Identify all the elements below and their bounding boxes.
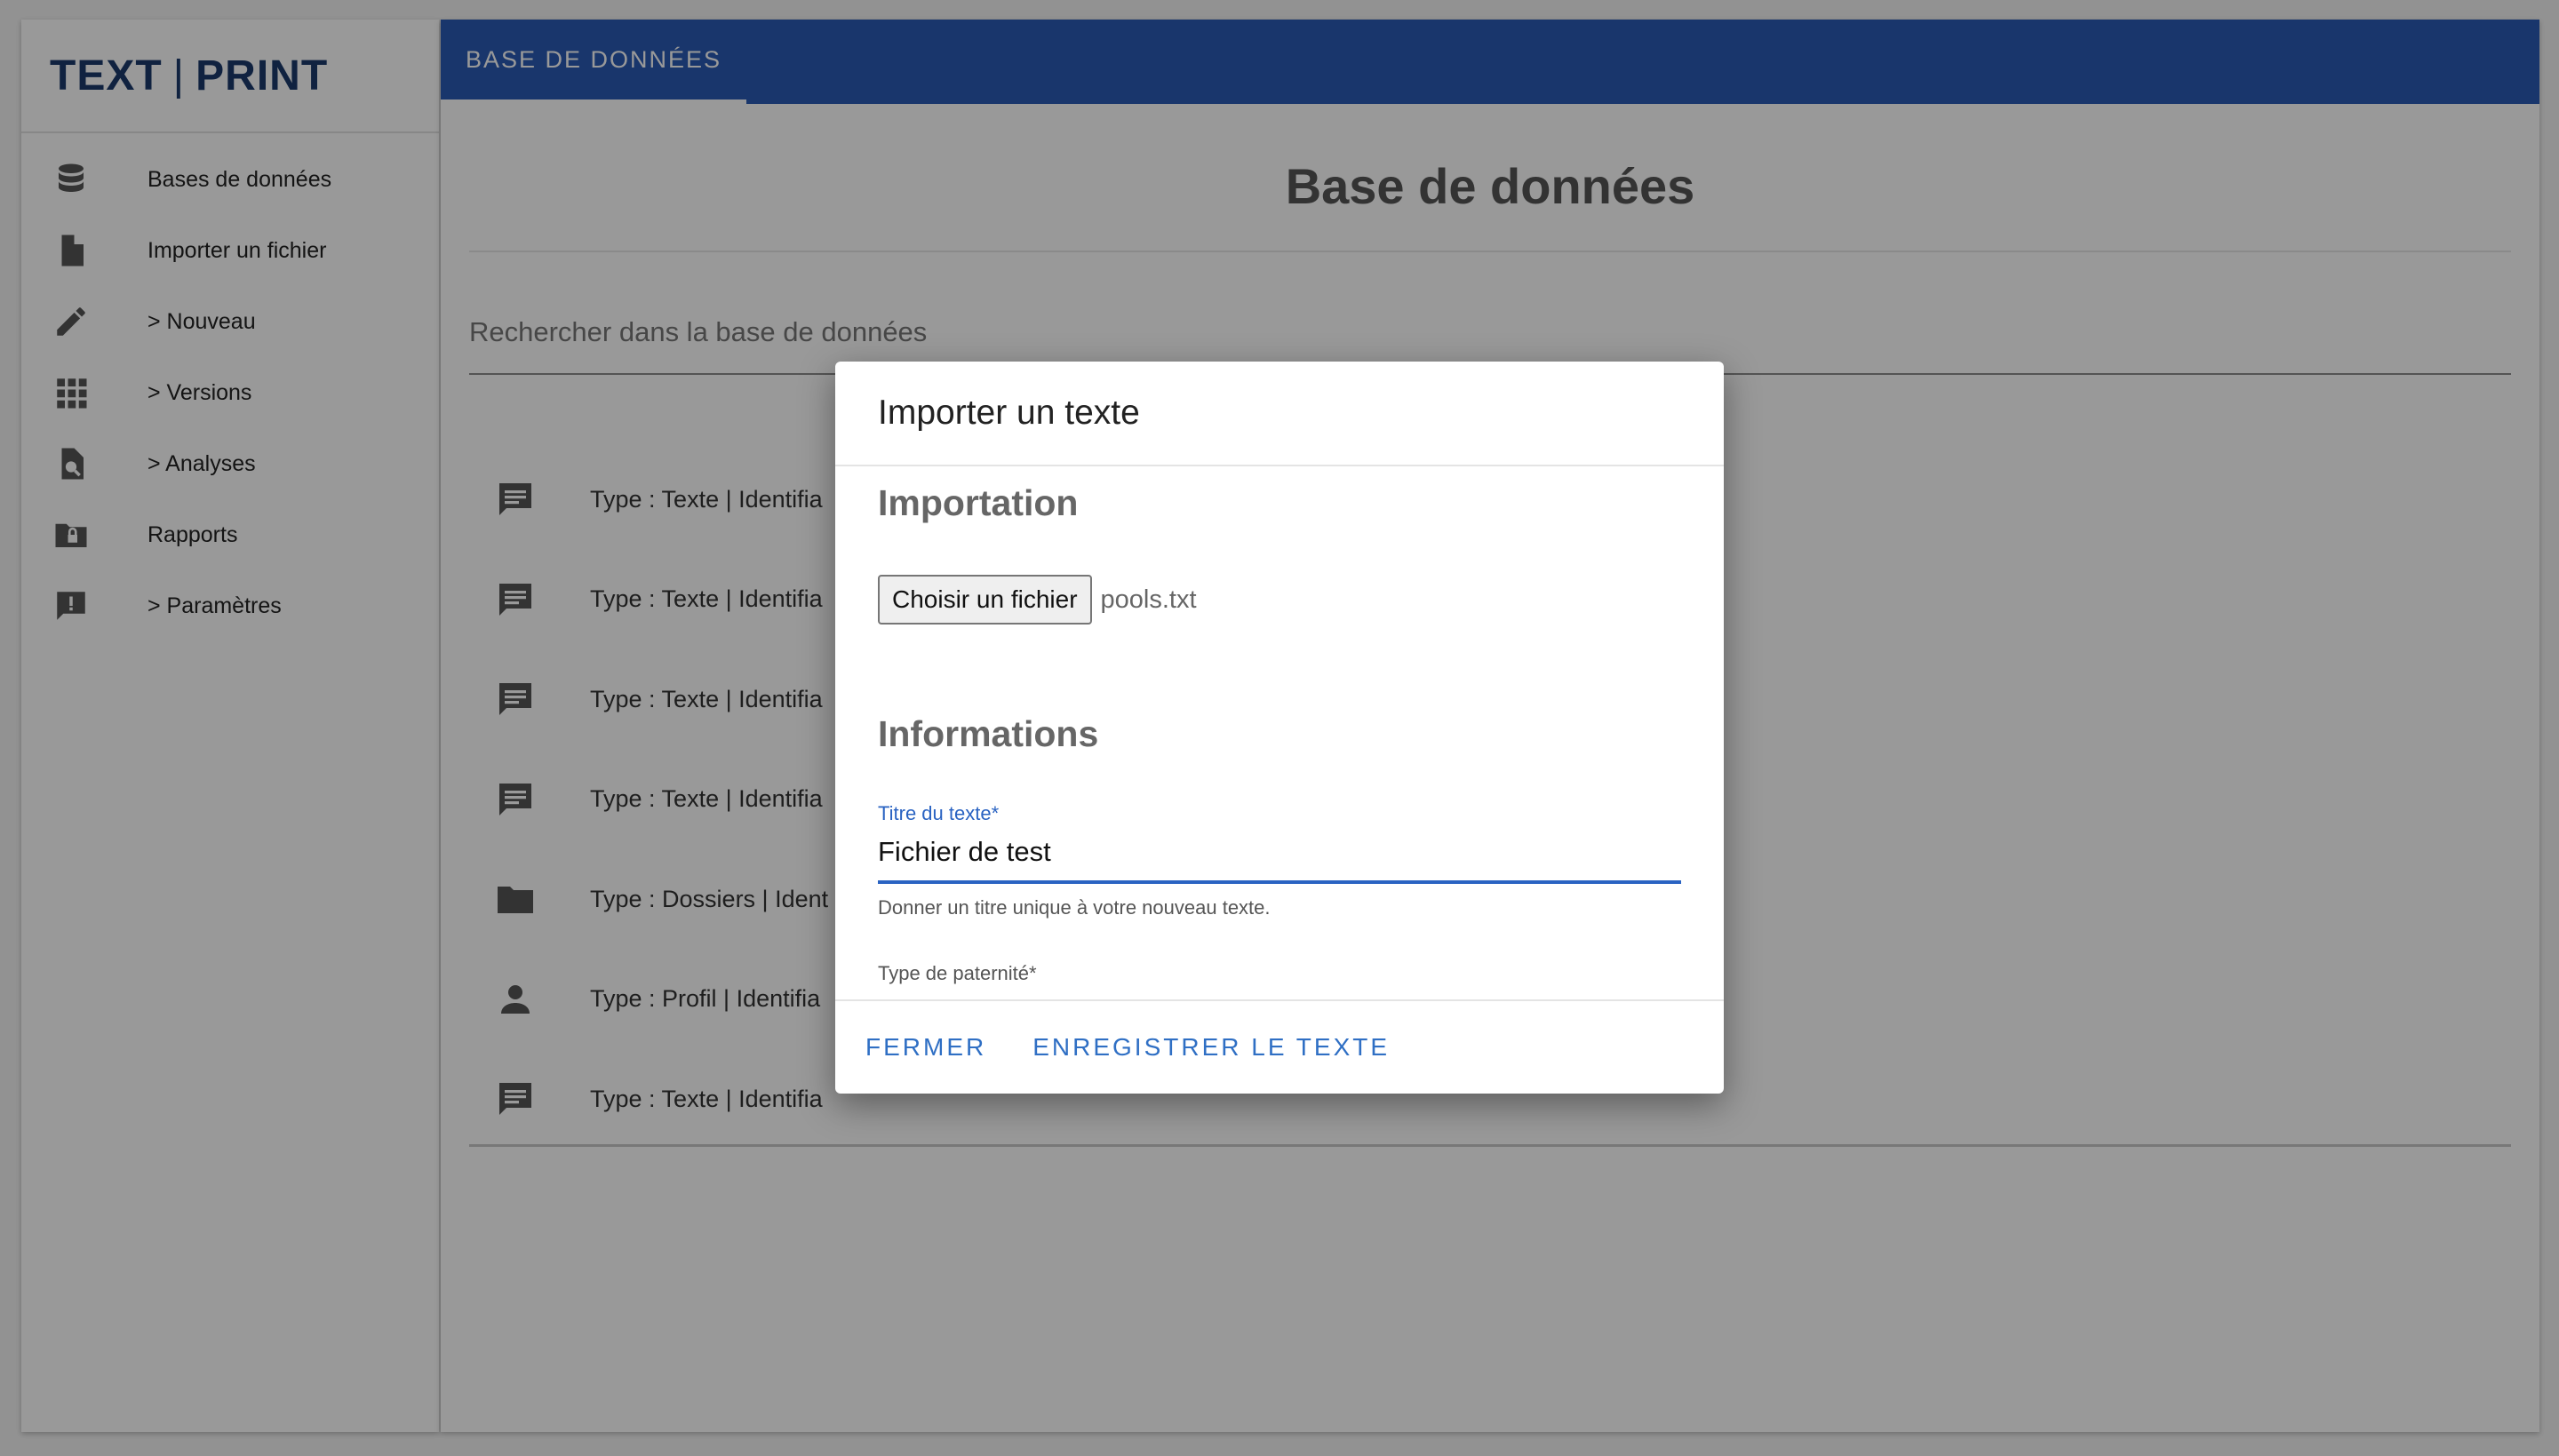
file-picker: Choisir un fichier pools.txt [878, 575, 1197, 625]
choose-file-button[interactable]: Choisir un fichier [878, 575, 1092, 625]
dialog-body[interactable]: Importation Choisir un fichier pools.txt… [835, 466, 1724, 999]
save-text-button[interactable]: ENREGISTRER LE TEXTE [1032, 1033, 1390, 1062]
section-title-import: Importation [878, 482, 1079, 523]
section-title-informations: Informations [878, 713, 1099, 754]
title-field-label: Titre du texte* [878, 802, 1000, 824]
import-text-dialog: Importer un texte Importation Choisir un… [835, 362, 1724, 1094]
title-field: Titre du texte* Donner un titre unique à… [878, 802, 1681, 919]
title-field-hint: Donner un titre unique à votre nouveau t… [878, 896, 1271, 919]
dialog-actions: FERMER ENREGISTRER LE TEXTE [835, 999, 1724, 1094]
close-button[interactable]: FERMER [865, 1033, 986, 1062]
title-input[interactable] [878, 832, 1681, 884]
selected-file-name: pools.txt [1100, 585, 1197, 614]
paternity-type-label: Type de paternité* [878, 962, 1037, 984]
dialog-title: Importer un texte [835, 362, 1724, 466]
